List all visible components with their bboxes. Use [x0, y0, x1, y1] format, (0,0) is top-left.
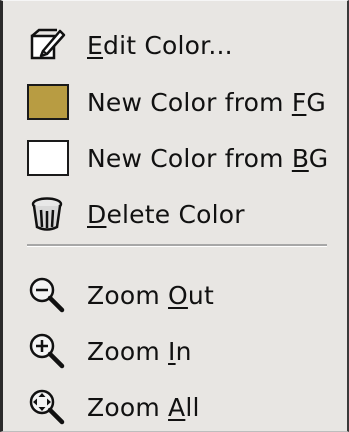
zoom-in-icon: [27, 329, 71, 373]
menu-item-label: Zoom In: [87, 336, 192, 366]
menu-item-label: Delete Color: [87, 199, 245, 229]
zoom-out-icon: [27, 273, 71, 317]
menu-item-zoom-all[interactable]: Zoom All: [27, 385, 200, 429]
fg-color-swatch: [27, 84, 69, 120]
menu-item-zoom-out[interactable]: Zoom Out: [27, 273, 214, 317]
zoom-all-icon: [27, 385, 71, 429]
menu-item-delete-color[interactable]: Delete Color: [27, 192, 245, 236]
fg-swatch-icon: [27, 80, 71, 124]
menu-item-label: Edit Color...: [87, 30, 233, 60]
trash-icon: [27, 192, 71, 236]
menu-item-label: New Color from FG: [87, 87, 326, 117]
bg-color-swatch: [27, 140, 69, 176]
menu-separator: [27, 244, 327, 247]
menu-item-zoom-in[interactable]: Zoom In: [27, 329, 192, 373]
menu-item-edit-color[interactable]: Edit Color...: [27, 23, 233, 67]
menu-item-label: Zoom All: [87, 392, 200, 422]
menu-item-new-color-from-fg[interactable]: New Color from FG: [27, 80, 326, 124]
menu-item-new-color-from-bg[interactable]: New Color from BG: [27, 136, 328, 180]
context-menu: Edit Color... New Color from FG New Colo…: [0, 0, 349, 432]
bg-swatch-icon: [27, 136, 71, 180]
menu-item-label: Zoom Out: [87, 280, 214, 310]
menu-item-label: New Color from BG: [87, 143, 329, 173]
edit-pen-icon: [27, 23, 71, 67]
